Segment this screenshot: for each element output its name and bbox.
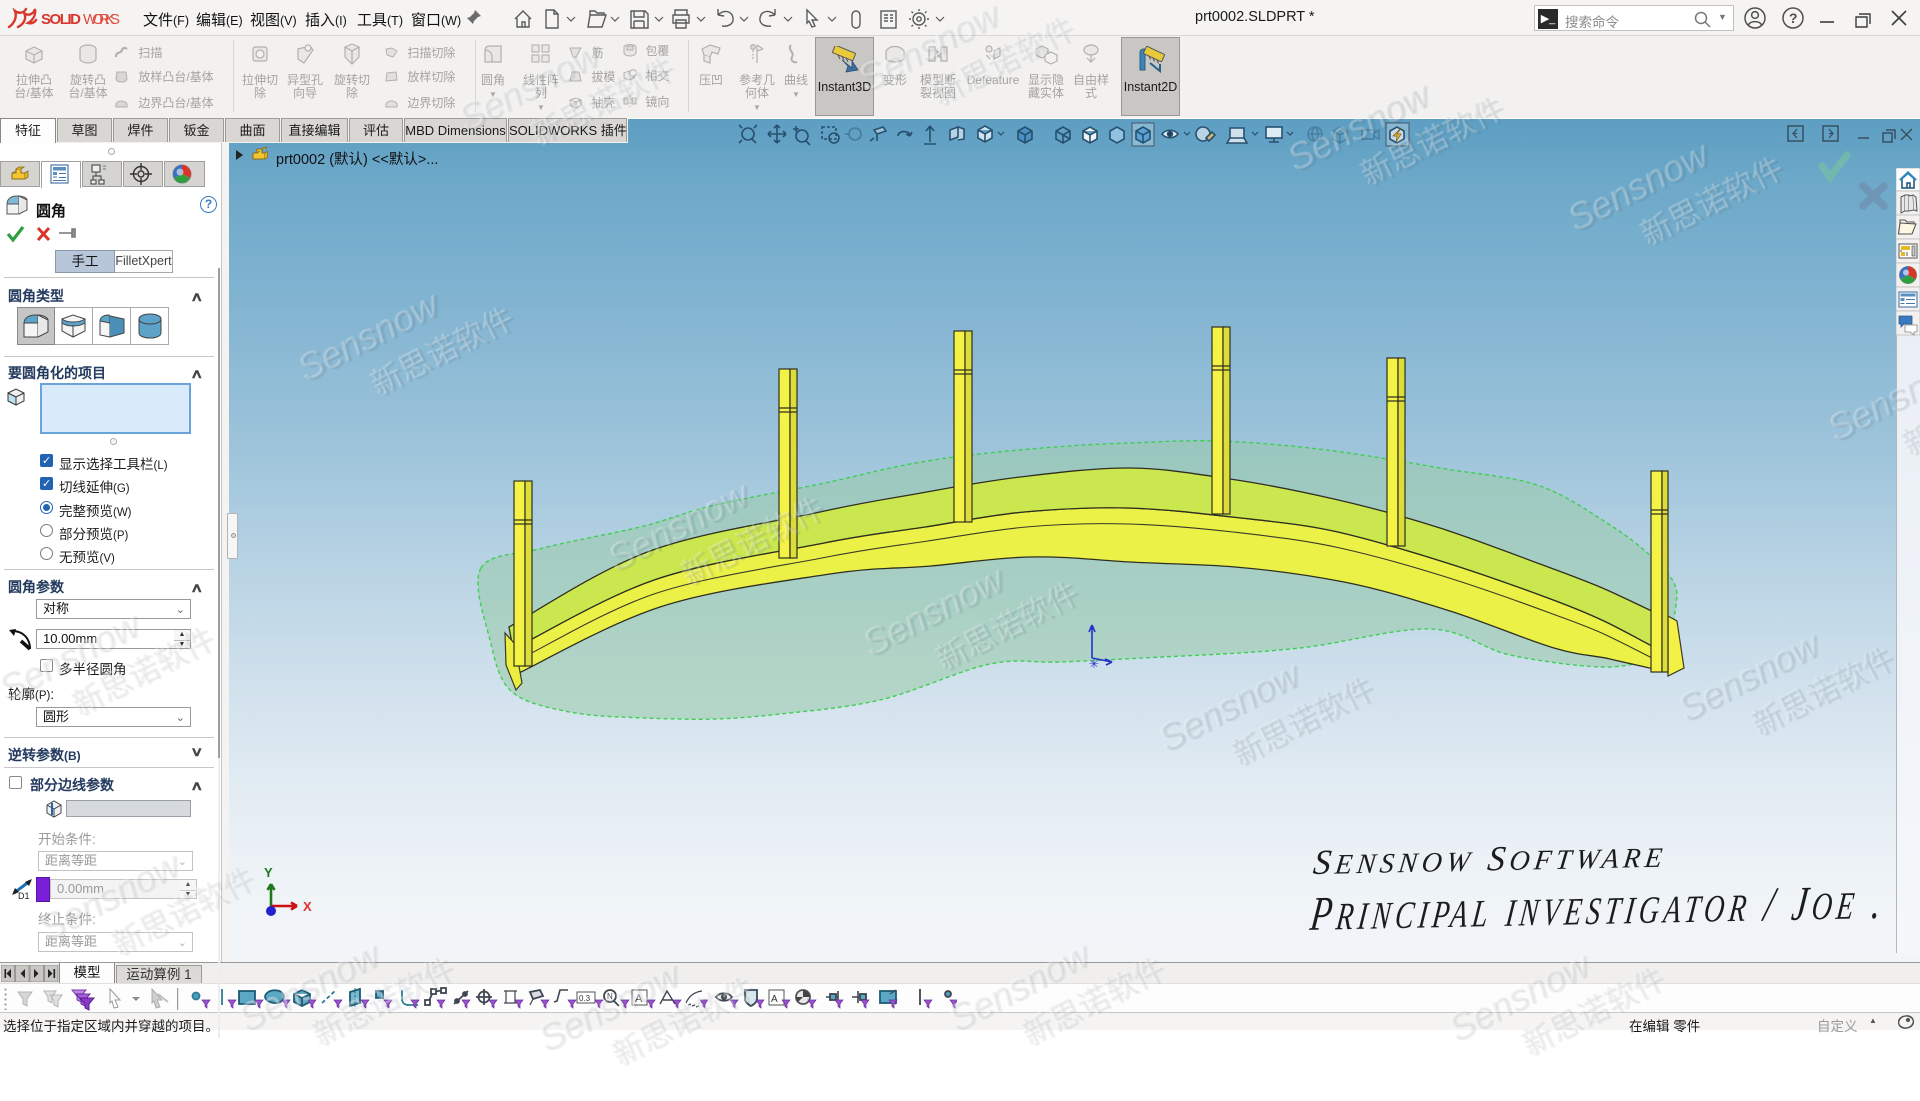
svg-text:X: X [303, 899, 312, 914]
svg-text:N: N [607, 992, 613, 1001]
svg-text:Y: Y [264, 865, 273, 880]
svg-text:WORKS: WORKS [83, 11, 120, 28]
svg-text:✳: ✳ [1089, 657, 1099, 671]
svg-text:A: A [635, 993, 643, 1005]
svg-text:0.3: 0.3 [579, 994, 591, 1003]
svg-text:A: A [771, 994, 778, 1005]
svg-text:SOLID: SOLID [41, 11, 81, 28]
svg-text:?: ? [1789, 10, 1798, 26]
svg-text:D1: D1 [18, 891, 30, 901]
